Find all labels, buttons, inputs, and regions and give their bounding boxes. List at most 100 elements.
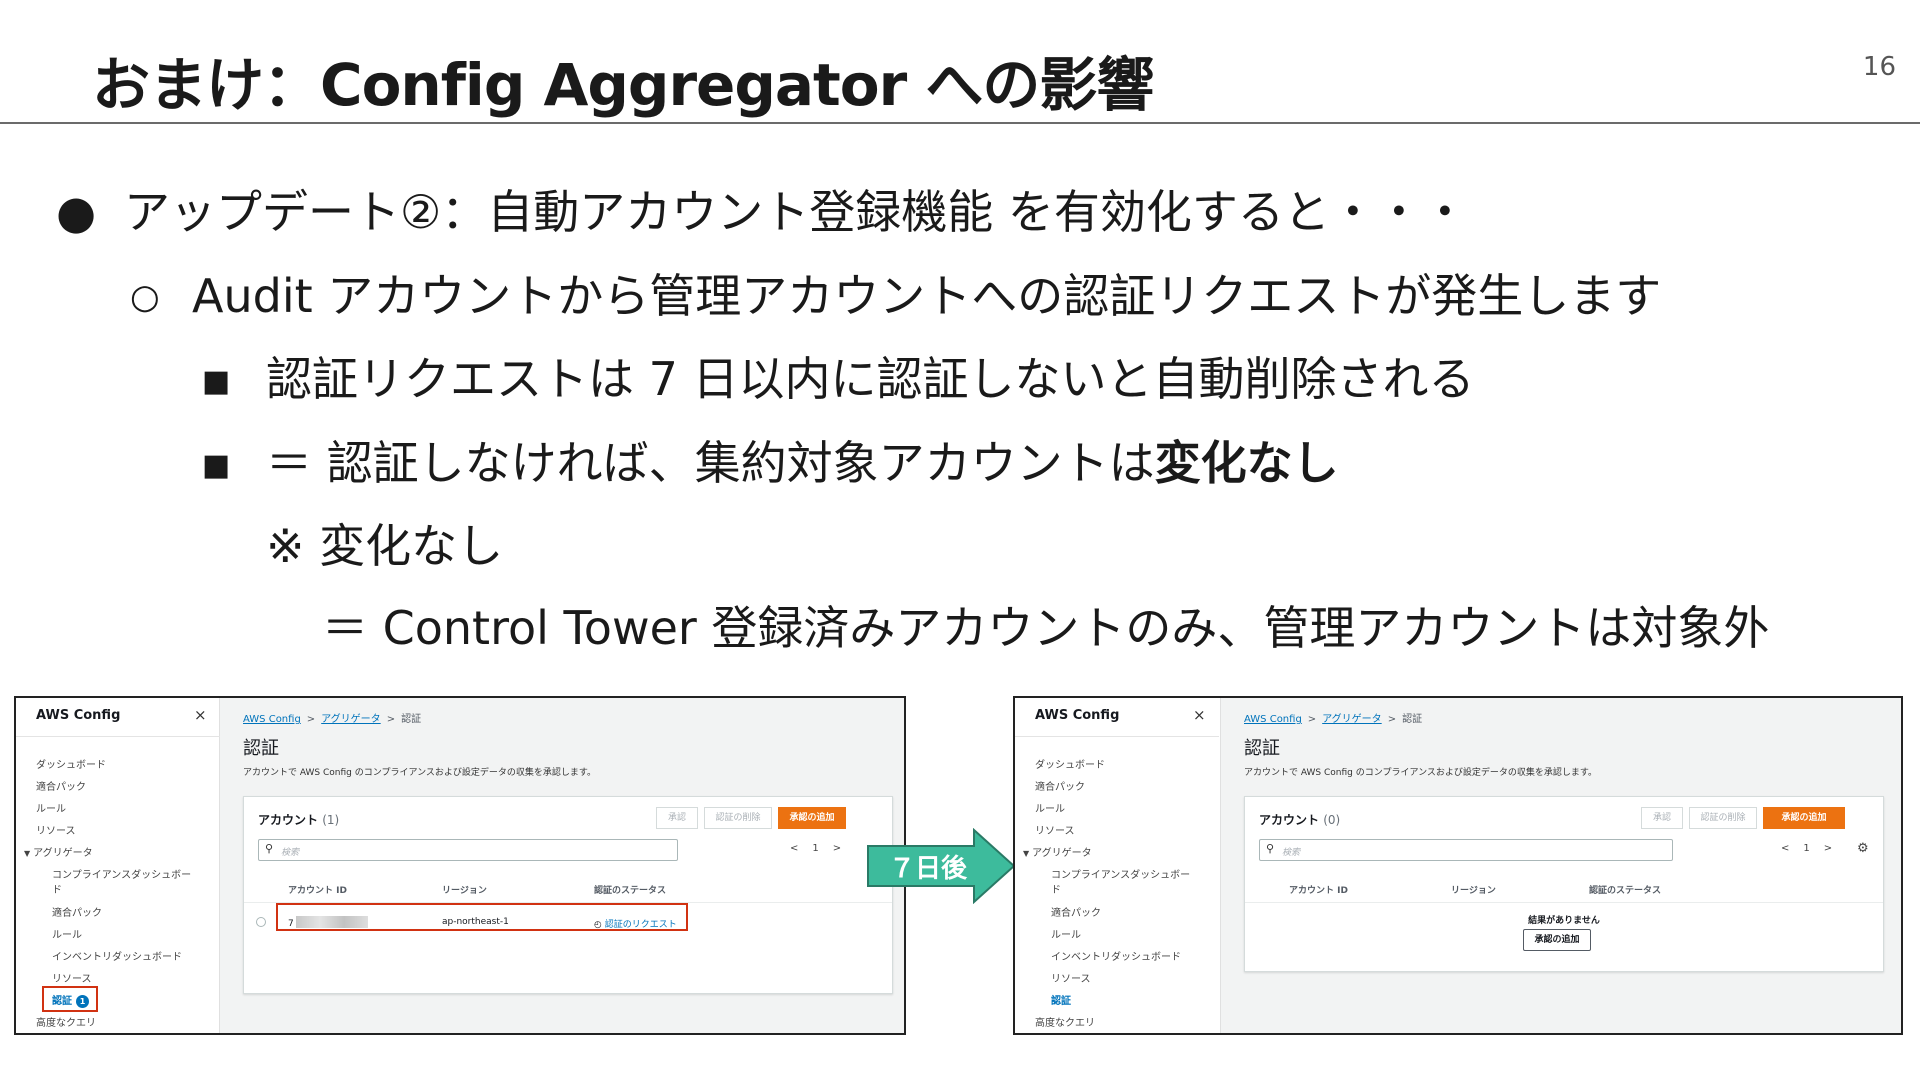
caret-down-icon: ▼ — [24, 849, 31, 858]
note-detail-line: ＝ Control Tower 登録済みアカウントのみ、管理アカウントは対象外 — [322, 601, 1770, 655]
pagination: <1 > — [1781, 843, 1846, 854]
sidebar-item-agg-conformance-packs[interactable]: 適合パック — [52, 904, 102, 919]
sidebar-group-label: アグリゲータ — [1032, 848, 1092, 859]
bullet-level3: ■ ＝ 認証しなければ、集約対象アカウントは変化なし — [202, 427, 1339, 493]
close-icon[interactable]: × — [1193, 706, 1206, 724]
breadcrumb-link[interactable]: AWS Config — [243, 714, 301, 725]
add-authorization-button[interactable]: 承認の追加 — [1763, 807, 1845, 829]
main-content: AWS Config > アグリゲータ > 認証 認証 アカウントで AWS Confi… — [221, 698, 904, 1033]
sidebar-divider — [16, 736, 220, 737]
bullet-level1: ● アップデート②：自動アカウント登録機能 を有効化すると・・・ — [56, 176, 1468, 242]
page-number-button[interactable]: 1 — [1803, 843, 1809, 854]
sidebar-item-compliance-dashboard-wrap[interactable]: ド — [1051, 881, 1061, 896]
search-icon: ⚲ — [265, 842, 274, 855]
bullet-emphasis: 変化なし — [1154, 436, 1339, 490]
sidebar-item-compliance-dashboard[interactable]: コンプライアンスダッシュボー — [1051, 866, 1190, 881]
breadcrumb: AWS Config > アグリゲータ > 認証 — [243, 710, 421, 725]
search-input[interactable]: ⚲ 検索 — [1259, 839, 1673, 861]
sidebar-item-agg-rules[interactable]: ルール — [1051, 926, 1081, 941]
delete-authorization-button[interactable]: 認証の削除 — [704, 807, 772, 829]
bullet-text: 認証リクエストは 7 日以内に認証しないと自動削除される — [266, 352, 1475, 406]
sidebar-item-advanced-query[interactable]: 高度なクエリ — [1035, 1014, 1095, 1029]
search-input[interactable]: ⚲ 検索 — [258, 839, 678, 861]
sidebar-item-conformance-packs[interactable]: 適合パック — [36, 778, 86, 793]
screenshot-before: AWS Config × ダッシュボード 適合パック ルール リソース ▼ アグリ… — [14, 696, 906, 1035]
sidebar-item-inventory-dashboard[interactable]: インベントリダッシュボード — [1051, 948, 1181, 963]
sidebar-item-dashboard[interactable]: ダッシュボード — [1035, 756, 1105, 771]
sidebar: AWS Config × ダッシュボード 適合パック ルール リソース ▼ アグリ… — [1015, 698, 1221, 1033]
sidebar-item-resources[interactable]: リソース — [1035, 822, 1075, 837]
card-title: アカウント (1) — [258, 811, 339, 828]
delete-authorization-button[interactable]: 認証の削除 — [1689, 807, 1757, 829]
breadcrumb-current: 認証 — [401, 714, 422, 725]
sidebar-item-agg-conformance-packs[interactable]: 適合パック — [1051, 904, 1101, 919]
breadcrumb-current: 認証 — [1402, 714, 1423, 725]
column-account-id[interactable]: アカウント ID — [288, 883, 347, 896]
empty-state-message: 結果がありません — [1528, 916, 1600, 926]
column-status[interactable]: 認証のステータス — [594, 883, 666, 896]
sidebar-item-authorizations[interactable]: 認証 — [1051, 992, 1071, 1007]
prev-page-button[interactable]: < — [790, 843, 798, 854]
row-select-radio[interactable] — [256, 917, 266, 927]
add-authorization-button[interactable]: 承認の追加 — [778, 807, 846, 829]
sidebar: AWS Config × ダッシュボード 適合パック ルール リソース ▼ アグリ… — [16, 698, 220, 1033]
column-status[interactable]: 認証のステータス — [1589, 883, 1661, 896]
sidebar-item-dashboard[interactable]: ダッシュボード — [36, 756, 106, 771]
breadcrumb-link[interactable]: AWS Config — [1244, 714, 1302, 725]
breadcrumb-link[interactable]: アグリゲータ — [321, 714, 381, 725]
arrow-7-days-later: ７日後 — [866, 827, 1016, 905]
screenshot-after: AWS Config × ダッシュボード 適合パック ルール リソース ▼ アグリ… — [1013, 696, 1903, 1035]
accounts-card: アカウント (1) 承認 認証の削除 承認の追加 ⚲ 検索 <1 > アカウント … — [243, 796, 893, 994]
title-divider — [0, 122, 1920, 124]
sidebar-item-agg-resources[interactable]: リソース — [52, 970, 92, 985]
bullet-marker: ■ — [202, 448, 231, 483]
sidebar-title: AWS Config — [1035, 708, 1120, 723]
card-title: アカウント (0) — [1259, 811, 1340, 828]
sidebar-item-agg-rules[interactable]: ルール — [52, 926, 82, 941]
card-title-text: アカウント — [1259, 813, 1320, 827]
card-count: (1) — [322, 813, 340, 827]
page-description: アカウントで AWS Config のコンプライアンスおよび設定データの収集を承… — [243, 768, 597, 778]
approve-button[interactable]: 承認 — [1641, 807, 1683, 829]
empty-add-authorization-button[interactable]: 承認の追加 — [1523, 929, 1591, 951]
next-page-button[interactable]: > — [833, 843, 841, 854]
prev-page-button[interactable]: < — [1781, 843, 1789, 854]
table-header: アカウント ID リージョン 認証のステータス — [1245, 875, 1883, 903]
accounts-card: アカウント (0) 承認 認証の削除 承認の追加 ⚲ 検索 <1 > ⚙ アカウン… — [1244, 796, 1884, 972]
sidebar-item-rules[interactable]: ルール — [1035, 800, 1065, 815]
sidebar-item-resources[interactable]: リソース — [36, 822, 76, 837]
page-number-button[interactable]: 1 — [812, 843, 818, 854]
arrow-label: ７日後 — [888, 854, 967, 884]
breadcrumb-separator: > — [1387, 714, 1397, 725]
next-page-button[interactable]: > — [1824, 843, 1832, 854]
sidebar-group-aggregators[interactable]: ▼ アグリゲータ — [24, 844, 93, 859]
sidebar-item-compliance-dashboard[interactable]: コンプライアンスダッシュボー — [52, 866, 191, 881]
sidebar-group-label: アグリゲータ — [33, 848, 93, 859]
sidebar-item-conformance-packs[interactable]: 適合パック — [1035, 778, 1085, 793]
close-icon[interactable]: × — [194, 706, 207, 724]
bullet-text: アップデート②：自動アカウント登録機能 を有効化すると・・・ — [124, 185, 1468, 239]
table-header: アカウント ID リージョン 認証のステータス — [244, 875, 892, 903]
approve-button[interactable]: 承認 — [656, 807, 698, 829]
card-count: (0) — [1323, 813, 1341, 827]
breadcrumb-link[interactable]: アグリゲータ — [1322, 714, 1382, 725]
sidebar-item-compliance-dashboard-wrap[interactable]: ド — [52, 881, 62, 896]
breadcrumb-separator: > — [306, 714, 316, 725]
sidebar-item-agg-resources[interactable]: リソース — [1051, 970, 1091, 985]
column-account-id[interactable]: アカウント ID — [1289, 883, 1348, 896]
search-placeholder: 検索 — [1282, 848, 1301, 858]
pagination: <1 > — [790, 843, 855, 854]
bullet-level2: ○ Audit アカウントから管理アカウントへの認証リクエストが発生します — [130, 260, 1661, 326]
column-region[interactable]: リージョン — [1451, 883, 1496, 896]
search-placeholder: 検索 — [281, 848, 300, 858]
sidebar-group-aggregators[interactable]: ▼ アグリゲータ — [1023, 844, 1092, 859]
sidebar-item-advanced-query[interactable]: 高度なクエリ — [36, 1014, 96, 1029]
bullet-marker: ● — [56, 185, 97, 239]
sidebar-item-rules[interactable]: ルール — [36, 800, 66, 815]
page-heading: 認証 — [1244, 738, 1280, 759]
gear-icon[interactable]: ⚙ — [1857, 841, 1869, 856]
slide-title: おまけ：Config Aggregator への影響 — [92, 51, 1154, 119]
note-line: ※ 変化なし — [266, 519, 504, 573]
column-region[interactable]: リージョン — [442, 883, 487, 896]
sidebar-item-inventory-dashboard[interactable]: インベントリダッシュボード — [52, 948, 182, 963]
